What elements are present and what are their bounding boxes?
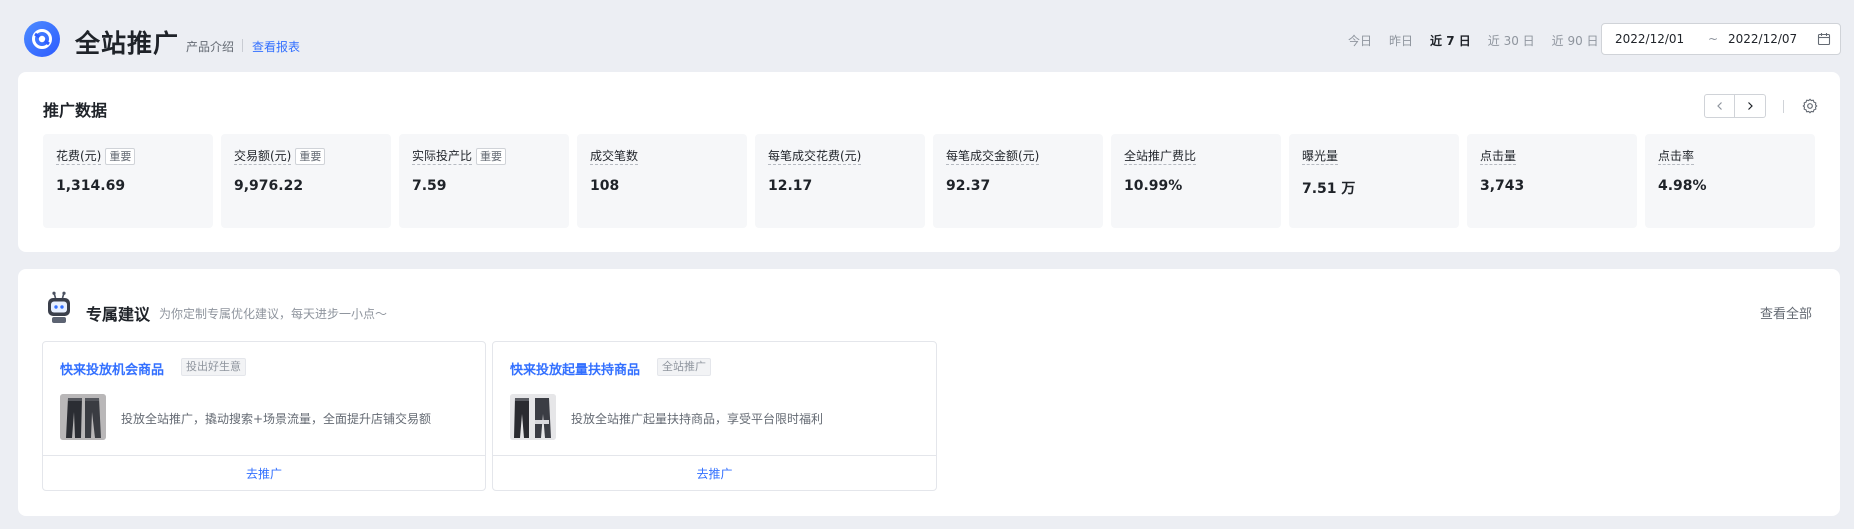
chevron-right-icon <box>1748 102 1753 110</box>
metric-value: 12.17 <box>768 178 813 194</box>
metric-clicks[interactable]: 点击量 3,743 <box>1467 134 1637 228</box>
tab-yesterday[interactable]: 昨日 <box>1389 32 1413 49</box>
metric-label: 曝光量 <box>1302 149 1339 165</box>
next-page-button[interactable] <box>1735 94 1766 118</box>
suggestion-title: 专属建议 <box>86 305 151 324</box>
logo-icon <box>24 21 60 57</box>
metric-cost-per-order[interactable]: 每笔成交花费(元) 12.17 <box>755 134 925 228</box>
important-badge: 重要 <box>295 148 326 165</box>
promotion-data-card: 推广数据 花费(元) 重要 1,314.69 交易额(元) 重要 9,976.2… <box>18 72 1840 252</box>
metric-label: 每笔成交花费(元) <box>768 149 862 165</box>
metric-label: 实际投产比 <box>412 149 473 165</box>
suggestion-item-tag: 全站推广 <box>657 358 711 376</box>
go-promote-button[interactable]: 去推广 <box>246 465 282 482</box>
metric-ctr[interactable]: 点击率 4.98% <box>1645 134 1815 228</box>
tab-last-7-days[interactable]: 近 7 日 <box>1430 32 1471 49</box>
important-badge: 重要 <box>476 148 507 165</box>
metric-cost-ratio[interactable]: 全站推广费比 10.99% <box>1111 134 1281 228</box>
calendar-icon[interactable] <box>1817 32 1831 46</box>
gear-icon[interactable] <box>1801 97 1819 115</box>
date-separator: ~ <box>1708 32 1719 46</box>
metric-orders[interactable]: 成交笔数 108 <box>577 134 747 228</box>
pants-product-thumb <box>60 394 106 440</box>
product-intro-link[interactable]: 产品介绍 <box>186 38 234 55</box>
suggestion-subtitle: 为你定制专属优化建议，每天进步一小点～ <box>159 307 388 321</box>
suggestion-item-title[interactable]: 快来投放机会商品 <box>60 359 164 378</box>
metric-label: 花费(元) <box>56 149 102 165</box>
date-start[interactable]: 2022/12/01 <box>1615 32 1684 46</box>
metric-pager <box>1704 94 1766 118</box>
important-badge: 重要 <box>105 148 136 165</box>
metric-impressions[interactable]: 曝光量 7.51 万 <box>1289 134 1459 228</box>
suggestion-item-footer: 去推广 <box>43 455 485 490</box>
tab-last-30-days[interactable]: 近 30 日 <box>1488 32 1535 49</box>
metric-value: 7.51 万 <box>1302 181 1356 197</box>
suggestion-item: 快来投放起量扶持商品 全站推广 投放全站推广起量扶持商品，享受平台限时福利 去推… <box>492 341 937 491</box>
metric-label: 每笔成交金额(元) <box>946 149 1040 165</box>
go-promote-button[interactable]: 去推广 <box>696 465 732 482</box>
metric-label: 点击量 <box>1480 149 1517 165</box>
date-end[interactable]: 2022/12/07 <box>1728 32 1797 46</box>
metric-gmv[interactable]: 交易额(元) 重要 9,976.22 <box>221 134 391 228</box>
pants-product-thumb <box>510 394 556 440</box>
metric-label: 点击率 <box>1658 149 1695 165</box>
chevron-left-icon <box>1716 102 1722 110</box>
section-title: 推广数据 <box>43 101 108 120</box>
view-report-link[interactable]: 查看报表 <box>252 38 300 55</box>
metric-amount-per-order[interactable]: 每笔成交金额(元) 92.37 <box>933 134 1103 228</box>
metric-value: 92.37 <box>946 178 991 194</box>
suggestion-item-desc: 投放全站推广起量扶持商品，享受平台限时福利 <box>571 412 824 426</box>
metric-list: 花费(元) 重要 1,314.69 交易额(元) 重要 9,976.22 实际投… <box>43 134 1815 228</box>
suggestion-item-desc: 投放全站推广，撬动搜索+场景流量，全面提升店铺交易额 <box>121 412 432 426</box>
date-range-picker[interactable]: 2022/12/01 ~ 2022/12/07 <box>1601 23 1841 55</box>
tab-last-90-days[interactable]: 近 90 日 <box>1552 32 1599 49</box>
metric-label: 全站推广费比 <box>1124 149 1197 165</box>
metric-value: 9,976.22 <box>234 178 304 194</box>
metric-label: 成交笔数 <box>590 149 639 165</box>
prev-page-button[interactable] <box>1704 94 1735 118</box>
view-all-link[interactable]: 查看全部 <box>1760 303 1812 322</box>
title-divider <box>242 39 243 52</box>
suggestion-card: 专属建议 为你定制专属优化建议，每天进步一小点～ 查看全部 快来投放机会商品 投… <box>18 269 1840 516</box>
suggestion-item-tag: 投出好生意 <box>181 358 246 376</box>
metric-value: 10.99% <box>1124 178 1183 194</box>
metric-roi[interactable]: 实际投产比 重要 7.59 <box>399 134 569 228</box>
suggestion-item-footer: 去推广 <box>493 455 936 490</box>
page-title: 全站推广 <box>75 29 180 58</box>
metric-value: 108 <box>590 178 620 194</box>
metric-value: 1,314.69 <box>56 178 126 194</box>
metric-label: 交易额(元) <box>234 149 292 165</box>
tab-today[interactable]: 今日 <box>1348 32 1372 49</box>
metric-value: 4.98% <box>1658 178 1707 194</box>
suggestion-item: 快来投放机会商品 投出好生意 投放全站推广，撬动搜索+场景流量，全面提升店铺交易… <box>42 341 486 491</box>
suggestion-item-title[interactable]: 快来投放起量扶持商品 <box>510 359 640 378</box>
date-range-tabs: 今日 昨日 近 7 日 近 30 日 近 90 日 <box>1348 32 1616 49</box>
metric-spend[interactable]: 花费(元) 重要 1,314.69 <box>43 134 213 228</box>
metric-value: 7.59 <box>412 178 447 194</box>
robot-avatar-icon <box>44 291 74 325</box>
page-header: 全站推广 产品介绍 查看报表 今日 昨日 近 7 日 近 30 日 近 90 日… <box>0 0 1854 72</box>
metric-value: 3,743 <box>1480 178 1525 194</box>
divider <box>1783 100 1784 113</box>
